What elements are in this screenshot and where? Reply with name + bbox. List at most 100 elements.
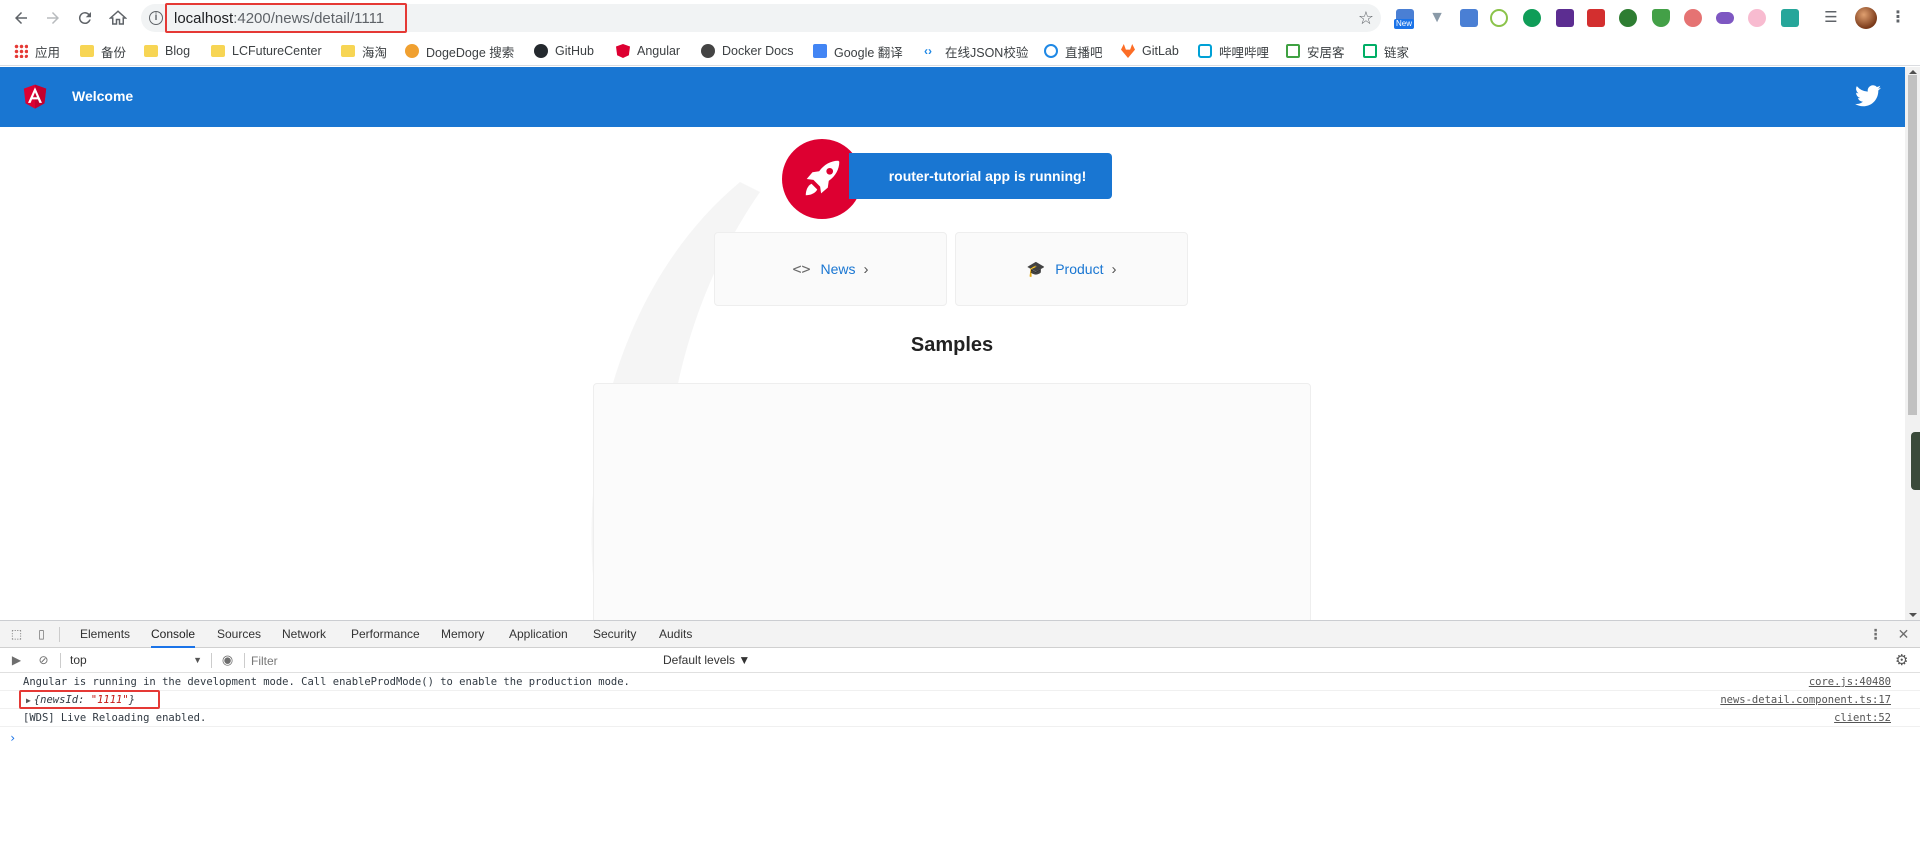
scrollbar-thumb[interactable] [1908, 75, 1917, 415]
product-card[interactable]: 🎓 Product › [955, 232, 1188, 306]
folder-icon [341, 45, 355, 57]
app-header: Welcome [0, 67, 1905, 127]
inspect-element-icon[interactable]: ⬚ [9, 627, 24, 641]
console-object[interactable]: ▶ {newsId: "1111"} [26, 691, 135, 710]
console-settings-icon[interactable]: ⚙ [1895, 651, 1908, 669]
bookmark-json-validator[interactable]: ‹› 在线JSON校验 [924, 43, 1028, 60]
bookmark-label: Blog [165, 44, 191, 58]
url-field[interactable]: localhost:4200/news/detail/1111 [165, 3, 407, 33]
object-value: "1111" [90, 694, 129, 706]
bookmark-blog[interactable]: Blog [144, 43, 190, 59]
clear-console-icon[interactable]: ⊘ [36, 653, 51, 667]
tab-console[interactable]: Console [151, 621, 196, 648]
console-source-link[interactable]: news-detail.component.ts:17 [1720, 691, 1891, 709]
bookmark-docker-docs[interactable]: Docker Docs [701, 43, 794, 59]
bookmark-label: 哔哩哔哩 [1219, 45, 1270, 60]
console-source-link[interactable]: core.js:40480 [1809, 673, 1891, 691]
eye-icon[interactable]: ◉ [220, 653, 235, 667]
chat-extension-icon[interactable] [1523, 9, 1541, 27]
reload-icon[interactable] [73, 6, 97, 30]
p-extension-icon[interactable] [1556, 9, 1574, 27]
close-devtools-icon[interactable]: ✕ [1896, 627, 1911, 641]
scroll-down-icon[interactable] [1909, 613, 1917, 617]
share-extension-icon[interactable] [1684, 9, 1702, 27]
bookmark-apps[interactable]: 应用 [14, 43, 61, 60]
device-toolbar-icon[interactable]: ▯ [34, 627, 49, 641]
tab-memory[interactable]: Memory [441, 621, 484, 648]
shield-extension-icon[interactable] [1652, 9, 1670, 27]
angular-logo-icon [23, 84, 47, 109]
console-output: Angular is running in the development mo… [0, 673, 1920, 749]
browser-menu-icon[interactable]: ⋮ [1890, 8, 1906, 28]
log-levels-dropdown[interactable]: Default levels ▼ [663, 652, 750, 669]
reading-list-icon[interactable]: ☰ [1822, 9, 1840, 27]
console-message: Angular is running in the development mo… [0, 673, 1920, 691]
bookmark-google-translate[interactable]: Google 翻译 [813, 43, 903, 60]
console-source-link[interactable]: client:52 [1834, 709, 1891, 727]
bookmark-zhibo8[interactable]: 直播吧 [1044, 43, 1103, 60]
bookmarks-bar: 应用 备份 Blog LCFutureCenter 海淘 DogeDoge 搜索… [0, 36, 1920, 66]
bookmark-dogedoge[interactable]: DogeDoge 搜索 [405, 43, 514, 60]
bookmark-label: LCFutureCenter [232, 44, 322, 58]
console-filter-input[interactable] [251, 652, 651, 669]
bookmark-bilibili[interactable]: 哔哩哔哩 [1198, 43, 1270, 60]
tab-sources[interactable]: Sources [217, 621, 261, 648]
site-info-icon[interactable]: i [149, 11, 163, 25]
folder-icon [80, 45, 94, 57]
bookmark-gitlab[interactable]: GitLab [1121, 43, 1179, 59]
context-select[interactable]: top ▼ [70, 652, 202, 669]
bookmark-haitao[interactable]: 海淘 [341, 43, 387, 60]
news-card[interactable]: <> News › [714, 232, 947, 306]
scroll-up-icon[interactable] [1909, 70, 1917, 74]
object-key: newsId [40, 694, 79, 706]
page-scrollbar[interactable] [1905, 67, 1920, 620]
profile-avatar[interactable] [1855, 7, 1877, 29]
pill-extension-icon[interactable] [1716, 12, 1734, 24]
bookmark-backup[interactable]: 备份 [80, 43, 126, 60]
bookmark-star-icon[interactable]: ☆ [1356, 8, 1376, 28]
bookmark-angular[interactable]: Angular [616, 43, 680, 59]
console-message-text: [WDS] Live Reloading enabled. [23, 712, 207, 724]
sidebar-toggle-icon[interactable]: ▶ [9, 653, 24, 667]
context-value: top [70, 653, 87, 667]
console-toolbar: ▶ ⊘ top ▼ ◉ Default levels ▼ ⚙ [0, 648, 1920, 673]
green-extension-icon[interactable] [1619, 9, 1637, 27]
translate-extension-icon[interactable] [1460, 9, 1478, 27]
tab-audits[interactable]: Audits [659, 621, 692, 648]
divider [59, 627, 60, 642]
divider [211, 653, 212, 668]
twitter-icon[interactable] [1855, 85, 1881, 107]
running-banner: router-tutorial app is running! [849, 153, 1112, 199]
bookmark-label: 直播吧 [1065, 45, 1103, 60]
devtools-menu-icon[interactable]: ⋮ [1868, 627, 1883, 641]
pink-extension-icon[interactable] [1748, 9, 1766, 27]
sync-extension-icon[interactable] [1781, 9, 1799, 27]
console-prompt-row[interactable]: › [0, 727, 1920, 749]
side-panel-handle[interactable] [1911, 432, 1920, 490]
lianjia-icon [1363, 44, 1377, 58]
bookmark-label: 安居客 [1307, 45, 1345, 60]
back-icon[interactable] [9, 6, 33, 30]
bookmark-github[interactable]: GitHub [534, 43, 594, 59]
bookmark-label: 应用 [35, 45, 61, 60]
tab-network[interactable]: Network [282, 621, 326, 648]
home-icon[interactable] [106, 6, 130, 30]
tab-security[interactable]: Security [593, 621, 636, 648]
tab-application[interactable]: Application [509, 621, 568, 648]
rocket-icon [805, 160, 840, 196]
node-extension-icon[interactable] [1490, 9, 1508, 27]
tab-elements[interactable]: Elements [80, 621, 130, 648]
docker-icon [701, 44, 715, 58]
expand-triangle-icon[interactable]: ▶ [26, 696, 31, 705]
bookmark-lcfuturecenter[interactable]: LCFutureCenter [211, 43, 322, 59]
bookmark-lianjia[interactable]: 链家 [1363, 43, 1409, 60]
samples-panel [593, 383, 1311, 620]
forward-icon[interactable] [41, 6, 65, 30]
extension-new-icon[interactable]: New [1394, 9, 1415, 29]
vue-devtools-icon[interactable]: ▼ [1428, 9, 1446, 27]
samples-heading: Samples [910, 334, 994, 356]
devtools-tabbar: ⬚ ▯ Elements Console Sources Network Per… [0, 621, 1920, 648]
bookmark-anjuke[interactable]: 安居客 [1286, 43, 1345, 60]
fe-extension-icon[interactable] [1587, 9, 1605, 27]
tab-performance[interactable]: Performance [351, 621, 420, 648]
